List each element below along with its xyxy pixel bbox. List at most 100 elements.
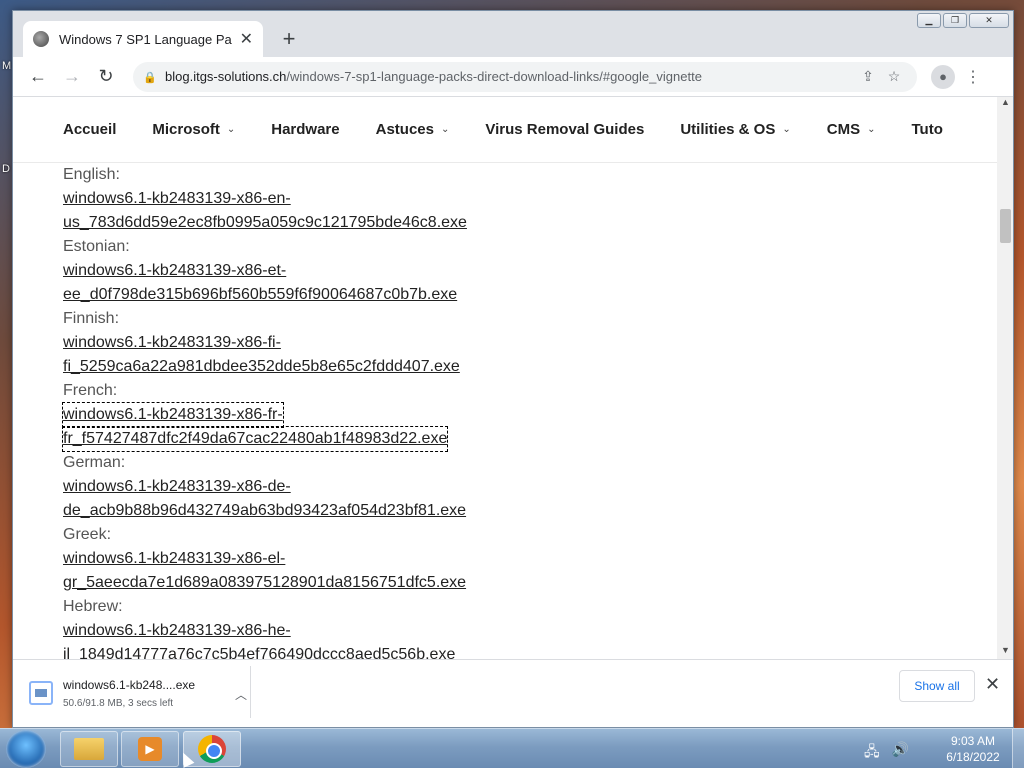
- download-link-text: fi_5259ca6a22a981dbdee352dde5b8e65c2fddd…: [63, 358, 460, 375]
- clock-date: 6/18/2022: [946, 750, 1000, 764]
- download-link-text: windows6.1-kb2483139-x86-en-: [63, 190, 291, 207]
- download-link[interactable]: windows6.1-kb2483139-x86-de-de_acb9b88b9…: [63, 475, 663, 523]
- download-link[interactable]: windows6.1-kb2483139-x86-en-us_783d6dd59…: [63, 187, 663, 235]
- taskbar-explorer[interactable]: [60, 731, 118, 767]
- site-navigation: Accueil Microsoft ⌄ Hardware Astuces ⌄ Virus R…: [13, 97, 997, 163]
- chevron-down-icon: ⌄: [867, 124, 876, 135]
- volume-icon[interactable]: 🔊: [892, 741, 909, 765]
- nav-item[interactable]: Virus Removal Guides: [485, 121, 644, 138]
- download-shelf: windows6.1-kb248....exe 50.6/91.8 MB, 3 …: [13, 659, 1013, 727]
- desktop-label: M: [2, 60, 12, 72]
- url-host: blog.itgs-solutions.ch: [165, 69, 287, 84]
- nav-item-label: Utilities & OS: [680, 121, 776, 138]
- language-label: English:: [63, 166, 120, 183]
- nav-item-label: Tuto: [911, 121, 943, 138]
- show-all-button[interactable]: Show all: [899, 670, 975, 702]
- new-tab-button[interactable]: +: [275, 25, 303, 53]
- download-status: 50.6/91.8 MB, 3 secs left: [63, 697, 174, 709]
- nav-item[interactable]: Astuces ⌄: [376, 121, 450, 138]
- language-label: Greek:: [63, 526, 112, 543]
- chrome-icon: [198, 735, 226, 763]
- language-label: Hebrew:: [63, 598, 123, 615]
- page-viewport: Accueil Microsoft ⌄ Hardware Astuces ⌄ Virus R…: [13, 97, 997, 659]
- page-scrollbar[interactable]: ▲ ▼: [997, 97, 1013, 659]
- close-window-button[interactable]: ✕: [969, 13, 1009, 28]
- nav-item[interactable]: Tuto: [911, 121, 942, 138]
- desktop-label: D: [2, 163, 10, 175]
- nav-item[interactable]: Accueil: [63, 121, 116, 138]
- download-link-text: fr_f57427487dfc2f49da67cac22480ab1f48983…: [61, 426, 449, 452]
- nav-item-label: Accueil: [63, 121, 117, 138]
- nav-item-label: Hardware: [271, 121, 340, 138]
- nav-item[interactable]: Hardware: [271, 121, 339, 138]
- chevron-down-icon: ⌄: [782, 124, 791, 135]
- close-icon[interactable]: ✕: [985, 674, 1000, 695]
- site-favicon-icon: [33, 31, 49, 47]
- download-link[interactable]: windows6.1-kb2483139-x86-et-ee_d0f798de3…: [63, 259, 663, 307]
- back-button[interactable]: ←: [23, 62, 53, 92]
- address-bar[interactable]: 🔒 blog.itgs-solutions.ch/windows-7-sp1-l…: [133, 61, 917, 92]
- tab-close-icon[interactable]: ✕: [240, 29, 253, 49]
- taskbar: ▶ 🖧 🔊 9:03 AM 6/18/2022: [0, 728, 1024, 768]
- language-label: Finnish:: [63, 310, 120, 327]
- download-link[interactable]: windows6.1-kb2483139-x86-fr-fr_f57427487…: [61, 402, 663, 452]
- download-link-text: windows6.1-kb2483139-x86-de-: [63, 478, 291, 495]
- media-player-icon: ▶: [138, 737, 162, 761]
- window-controls: ▁ ❐ ✕: [917, 13, 1009, 28]
- forward-button[interactable]: →: [57, 62, 87, 92]
- download-link[interactable]: windows6.1-kb2483139-x86-fi-fi_5259ca6a2…: [63, 331, 663, 379]
- folder-icon: [74, 738, 104, 760]
- download-item[interactable]: windows6.1-kb248....exe 50.6/91.8 MB, 3 …: [29, 668, 251, 718]
- browser-tab[interactable]: Windows 7 SP1 Language Packs ✕: [23, 21, 263, 57]
- nav-item[interactable]: CMS ⌄: [827, 121, 876, 138]
- browser-window: Windows 7 SP1 Language Packs ✕ + ▁ ❐ ✕ ←…: [12, 10, 1014, 728]
- chevron-down-icon: ⌄: [226, 124, 236, 135]
- url-text[interactable]: blog.itgs-solutions.ch/windows-7-sp1-lan…: [165, 69, 855, 84]
- nav-item-label: Virus Removal Guides: [485, 121, 645, 138]
- scroll-up-arrow-icon[interactable]: ▲: [997, 97, 1013, 111]
- chevron-down-icon: ⌄: [440, 124, 450, 135]
- nav-item-label: Astuces: [375, 121, 434, 138]
- language-label: Estonian:: [63, 238, 130, 255]
- download-filename: windows6.1-kb248....exe: [63, 677, 196, 692]
- browser-toolbar: ← → ↻ 🔒 blog.itgs-solutions.ch/windows-7…: [13, 57, 1013, 97]
- url-path: /windows-7-sp1-language-packs-direct-dow…: [286, 69, 702, 84]
- download-link-text: gr_5aeecda7e1d689a083975128901da8156751d…: [63, 574, 467, 591]
- nav-item[interactable]: Utilities & OS ⌄: [680, 121, 790, 138]
- profile-avatar-icon[interactable]: ●: [931, 64, 955, 89]
- download-link-text: windows6.1-kb2483139-x86-el-: [63, 550, 286, 567]
- chevron-up-icon[interactable]: ︿: [235, 686, 247, 703]
- download-link-text: windows6.1-kb2483139-x86-fr-: [62, 402, 284, 428]
- clock-time: 9:03 AM: [950, 734, 996, 748]
- share-icon[interactable]: ⇪: [855, 68, 881, 85]
- scroll-down-arrow-icon[interactable]: ▼: [997, 645, 1013, 659]
- download-link-text: il_1849d14777a76c7c5b4ef766490dccc8aed5c…: [63, 646, 456, 659]
- download-link-text: windows6.1-kb2483139-x86-et-: [63, 262, 287, 279]
- show-desktop-button[interactable]: [1012, 729, 1024, 768]
- clock[interactable]: 9:03 AM 6/18/2022: [938, 733, 1008, 765]
- lock-icon[interactable]: 🔒: [143, 71, 157, 84]
- nav-item[interactable]: Microsoft ⌄: [152, 121, 235, 138]
- download-link[interactable]: windows6.1-kb2483139-x86-el-gr_5aeecda7e…: [63, 547, 663, 595]
- tab-title: Windows 7 SP1 Language Packs: [59, 31, 232, 47]
- nav-item-label: Microsoft: [152, 121, 220, 138]
- divider: [250, 666, 251, 718]
- network-icon[interactable]: 🖧: [864, 741, 880, 765]
- bookmark-star-icon[interactable]: ☆: [881, 68, 907, 85]
- nav-item-label: CMS: [826, 121, 861, 138]
- download-link-text: windows6.1-kb2483139-x86-fi-: [63, 334, 281, 351]
- browser-menu-icon[interactable]: ⋮: [965, 67, 981, 87]
- maximize-button[interactable]: ❐: [943, 13, 967, 28]
- scroll-thumb[interactable]: [1000, 209, 1011, 243]
- minimize-button[interactable]: ▁: [917, 13, 941, 28]
- system-tray: 🖧 🔊: [864, 741, 909, 765]
- taskbar-media-player[interactable]: ▶: [121, 731, 179, 767]
- language-label: French:: [63, 382, 118, 399]
- download-link-text: windows6.1-kb2483139-x86-he-: [63, 622, 291, 639]
- start-button[interactable]: [6, 730, 46, 768]
- reload-button[interactable]: ↻: [91, 62, 121, 92]
- download-link[interactable]: windows6.1-kb2483139-x86-he-il_1849d1477…: [63, 619, 663, 659]
- language-download-list: English: windows6.1-kb2483139-x86-en-us_7…: [61, 163, 663, 659]
- language-label: German:: [63, 454, 126, 471]
- tab-strip: Windows 7 SP1 Language Packs ✕ + ▁ ❐ ✕: [13, 11, 1013, 57]
